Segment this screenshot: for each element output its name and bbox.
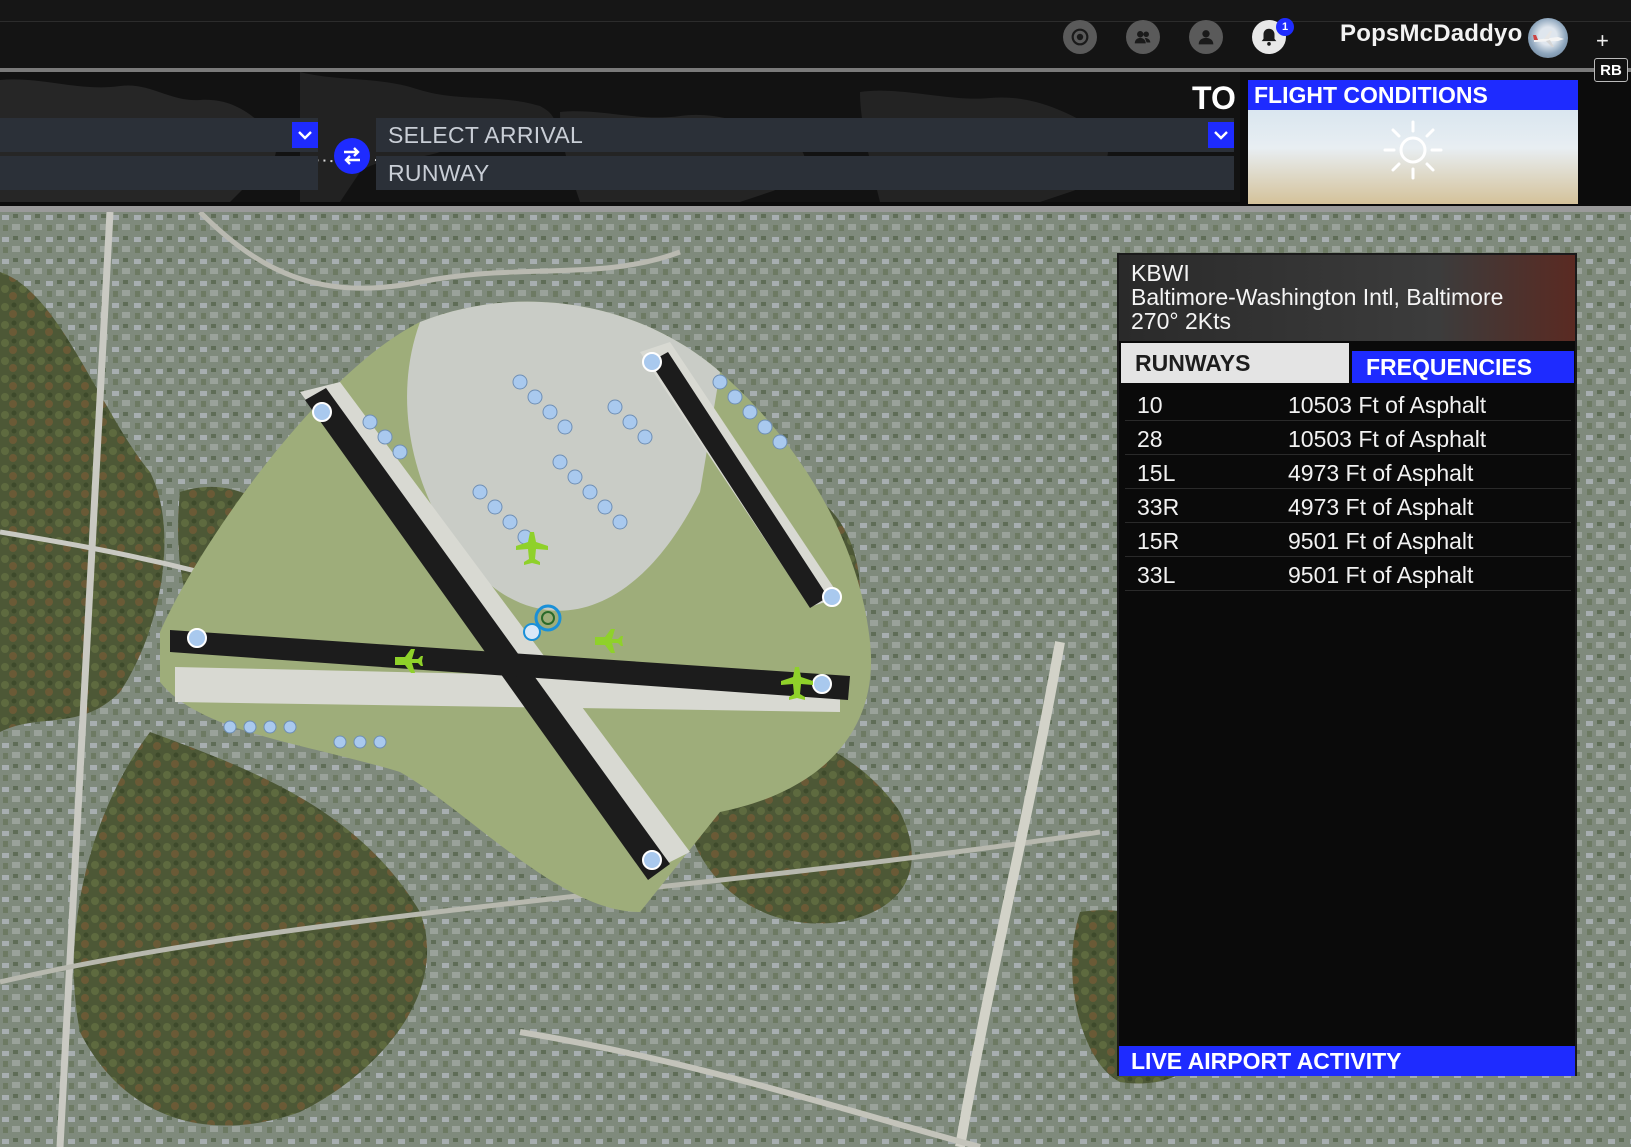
chevron-down-icon[interactable] bbox=[292, 122, 318, 148]
live-airport-activity-button[interactable]: LIVE AIRPORT ACTIVITY bbox=[1119, 1046, 1575, 1076]
sun-icon bbox=[1383, 120, 1443, 180]
chevron-down-icon[interactable] bbox=[1208, 122, 1234, 148]
route-panel: TO SELECT ARRIVAL RUNWAY bbox=[0, 72, 1240, 202]
runway-row[interactable]: 33L 9501 Ft of Asphalt bbox=[1125, 557, 1571, 591]
flight-conditions-title: FLIGHT CONDITIONS bbox=[1248, 80, 1578, 110]
profile-icon[interactable] bbox=[1189, 20, 1223, 54]
tab-frequencies[interactable]: FREQUENCIES bbox=[1352, 351, 1574, 383]
runway-id: 10 bbox=[1137, 392, 1163, 418]
runway-id: 15L bbox=[1137, 460, 1176, 486]
runway-row[interactable]: 33R 4973 Ft of Asphalt bbox=[1125, 489, 1571, 523]
flight-conditions-panel[interactable]: FLIGHT CONDITIONS bbox=[1248, 80, 1578, 204]
runway-length: 10503 Ft of Asphalt bbox=[1288, 426, 1487, 452]
departure-runway-field[interactable] bbox=[0, 156, 318, 190]
runway-id: 33L bbox=[1137, 562, 1176, 588]
runway-id: 33R bbox=[1137, 494, 1180, 520]
runway-row[interactable]: 10 10503 Ft of Asphalt bbox=[1125, 387, 1571, 421]
airport-wind: 270° 2Kts bbox=[1131, 308, 1231, 334]
runway-list: 10 10503 Ft of Asphalt 28 10503 Ft of As… bbox=[1125, 387, 1571, 591]
rb-bumper-hint: RB bbox=[1594, 58, 1628, 82]
airport-name: Baltimore-Washington Intl, Baltimore bbox=[1131, 284, 1504, 310]
runway-length: 9501 Ft of Asphalt bbox=[1288, 562, 1474, 588]
runway-id: 28 bbox=[1137, 426, 1163, 452]
add-button[interactable]: + bbox=[1596, 28, 1609, 54]
departure-select[interactable] bbox=[0, 118, 318, 152]
notification-count-badge: 1 bbox=[1276, 18, 1294, 36]
airport-info-panel: KBWI Baltimore-Washington Intl, Baltimor… bbox=[1117, 253, 1577, 1076]
arrival-runway-placeholder: RUNWAY bbox=[388, 159, 490, 186]
username[interactable]: PopsMcDaddyo bbox=[1340, 20, 1522, 48]
arrival-select[interactable]: SELECT ARRIVAL bbox=[376, 118, 1234, 152]
runway-id: 15R bbox=[1137, 528, 1180, 554]
arrival-select-placeholder: SELECT ARRIVAL bbox=[388, 121, 584, 148]
swap-icon bbox=[344, 147, 360, 165]
friends-icon[interactable] bbox=[1126, 20, 1160, 54]
runway-length: 4973 Ft of Asphalt bbox=[1288, 460, 1474, 486]
runway-length: 10503 Ft of Asphalt bbox=[1288, 392, 1487, 418]
achievements-icon[interactable] bbox=[1063, 20, 1097, 54]
avatar[interactable] bbox=[1528, 18, 1568, 58]
runway-length: 4973 Ft of Asphalt bbox=[1288, 494, 1474, 520]
runway-row[interactable]: 15L 4973 Ft of Asphalt bbox=[1125, 455, 1571, 489]
airport-icao: KBWI bbox=[1131, 260, 1190, 286]
airport-header: KBWI Baltimore-Washington Intl, Baltimor… bbox=[1119, 255, 1575, 341]
top-strip bbox=[0, 0, 1631, 22]
runway-row[interactable]: 28 10503 Ft of Asphalt bbox=[1125, 421, 1571, 455]
runway-length: 9501 Ft of Asphalt bbox=[1288, 528, 1474, 554]
runway-row[interactable]: 15R 9501 Ft of Asphalt bbox=[1125, 523, 1571, 557]
arrival-runway-field[interactable]: RUNWAY bbox=[376, 156, 1234, 190]
tab-runways[interactable]: RUNWAYS bbox=[1121, 343, 1349, 383]
to-label: TO bbox=[1192, 80, 1236, 116]
swap-route-button[interactable] bbox=[334, 138, 370, 174]
